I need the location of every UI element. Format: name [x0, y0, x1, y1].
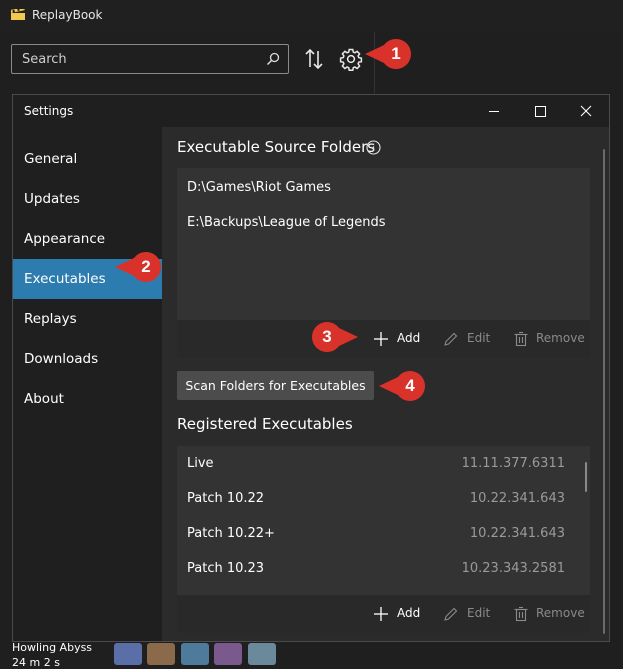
replay-list-item-duration: 24 m 2 s: [12, 656, 60, 669]
plus-icon: [374, 607, 388, 621]
executable-version: 11.11.377.6311: [461, 456, 565, 471]
remove-label: Remove: [536, 606, 585, 620]
champion-portrait: [214, 643, 242, 665]
champion-portrait: [248, 643, 276, 665]
settings-nav: General Updates Appearance Executables R…: [13, 127, 162, 641]
search-box[interactable]: [11, 44, 289, 74]
plus-icon: [374, 332, 388, 346]
callout-number: 1: [391, 44, 401, 63]
search-icon[interactable]: [266, 52, 280, 66]
registered-executables-toolbar: Add Edit Remove: [177, 595, 590, 633]
replay-list-item-title: Howling Abyss: [12, 641, 93, 654]
settings-window: Settings General Updates Appearance Exec…: [12, 94, 610, 642]
close-icon: [580, 105, 592, 117]
executables-scrollbar[interactable]: [585, 462, 587, 492]
minimize-button[interactable]: [471, 95, 517, 127]
callout-number: 4: [405, 376, 415, 395]
executable-name: Patch 10.22+: [187, 526, 275, 541]
maximize-icon: [535, 106, 546, 117]
scan-folders-button[interactable]: Scan Folders for Executables: [177, 371, 374, 400]
callout-badge: 3: [312, 322, 358, 352]
add-label: Add: [397, 606, 421, 620]
source-folders-toolbar: Add Edit Remove: [177, 320, 590, 358]
registered-executables-title: Registered Executables: [177, 415, 353, 433]
info-icon[interactable]: [366, 140, 381, 155]
gear-icon[interactable]: [339, 47, 363, 71]
settings-titlebar: Settings: [13, 95, 609, 127]
executable-row[interactable]: Patch 10.22+ 10.22.341.643: [177, 516, 581, 551]
edit-label: Edit: [467, 331, 491, 345]
maximize-button[interactable]: [517, 95, 563, 127]
source-folders-title: Executable Source Folders: [177, 138, 376, 156]
callout-badge: 2: [115, 252, 161, 282]
executable-name: Live: [187, 456, 214, 471]
executable-name: Patch 10.22: [187, 491, 265, 506]
callout-number: 3: [322, 327, 332, 346]
callout-number: 2: [141, 257, 151, 276]
executable-row[interactable]: Live 11.11.377.6311: [177, 446, 581, 481]
add-folder-button[interactable]: Add: [373, 320, 421, 358]
nav-item-downloads[interactable]: Downloads: [13, 339, 162, 379]
minimize-icon: [489, 111, 499, 112]
champion-portrait: [147, 643, 175, 665]
pencil-icon: [444, 607, 458, 621]
nav-item-about[interactable]: About: [13, 379, 162, 419]
add-label: Add: [397, 331, 421, 345]
callout-badge: 1: [365, 39, 411, 69]
registered-executables-list: Live 11.11.377.6311 Patch 10.22 10.22.34…: [177, 446, 590, 595]
edit-label: Edit: [467, 606, 491, 620]
remove-label: Remove: [536, 331, 585, 345]
close-button[interactable]: [563, 95, 609, 127]
champion-portrait: [114, 643, 142, 665]
sort-icon[interactable]: [302, 47, 326, 71]
champion-portrait: [181, 643, 209, 665]
app-logo-icon: [11, 9, 25, 20]
edit-executable-button[interactable]: Edit: [443, 595, 493, 633]
executable-version: 10.22.341.643: [469, 526, 565, 541]
executable-version: 10.22.341.643: [469, 491, 565, 506]
trash-icon: [514, 331, 528, 347]
app-title: ReplayBook: [32, 8, 103, 22]
source-folders-list: D:\Games\Riot Games E:\Backups\League of…: [177, 168, 590, 320]
executable-row[interactable]: Patch 10.22 10.22.341.643: [177, 481, 581, 516]
nav-item-replays[interactable]: Replays: [13, 299, 162, 339]
app-divider: [374, 32, 375, 94]
remove-executable-button[interactable]: Remove: [513, 595, 585, 633]
trash-icon: [514, 606, 528, 622]
folder-item[interactable]: E:\Backups\League of Legends: [187, 215, 386, 230]
executable-row[interactable]: Patch 10.23 10.23.343.2581: [177, 551, 581, 586]
remove-folder-button[interactable]: Remove: [513, 320, 585, 358]
executable-name: Patch 10.23: [187, 561, 265, 576]
search-input[interactable]: [22, 51, 252, 67]
settings-title: Settings: [24, 104, 74, 118]
add-executable-button[interactable]: Add: [373, 595, 421, 633]
edit-folder-button[interactable]: Edit: [443, 320, 493, 358]
pencil-icon: [444, 332, 458, 346]
callout-badge: 4: [379, 371, 425, 401]
folder-item[interactable]: D:\Games\Riot Games: [187, 180, 331, 195]
nav-item-updates[interactable]: Updates: [13, 179, 162, 219]
executable-version: 10.23.343.2581: [461, 561, 565, 576]
settings-scrollbar[interactable]: [603, 149, 605, 634]
nav-item-general[interactable]: General: [13, 139, 162, 179]
